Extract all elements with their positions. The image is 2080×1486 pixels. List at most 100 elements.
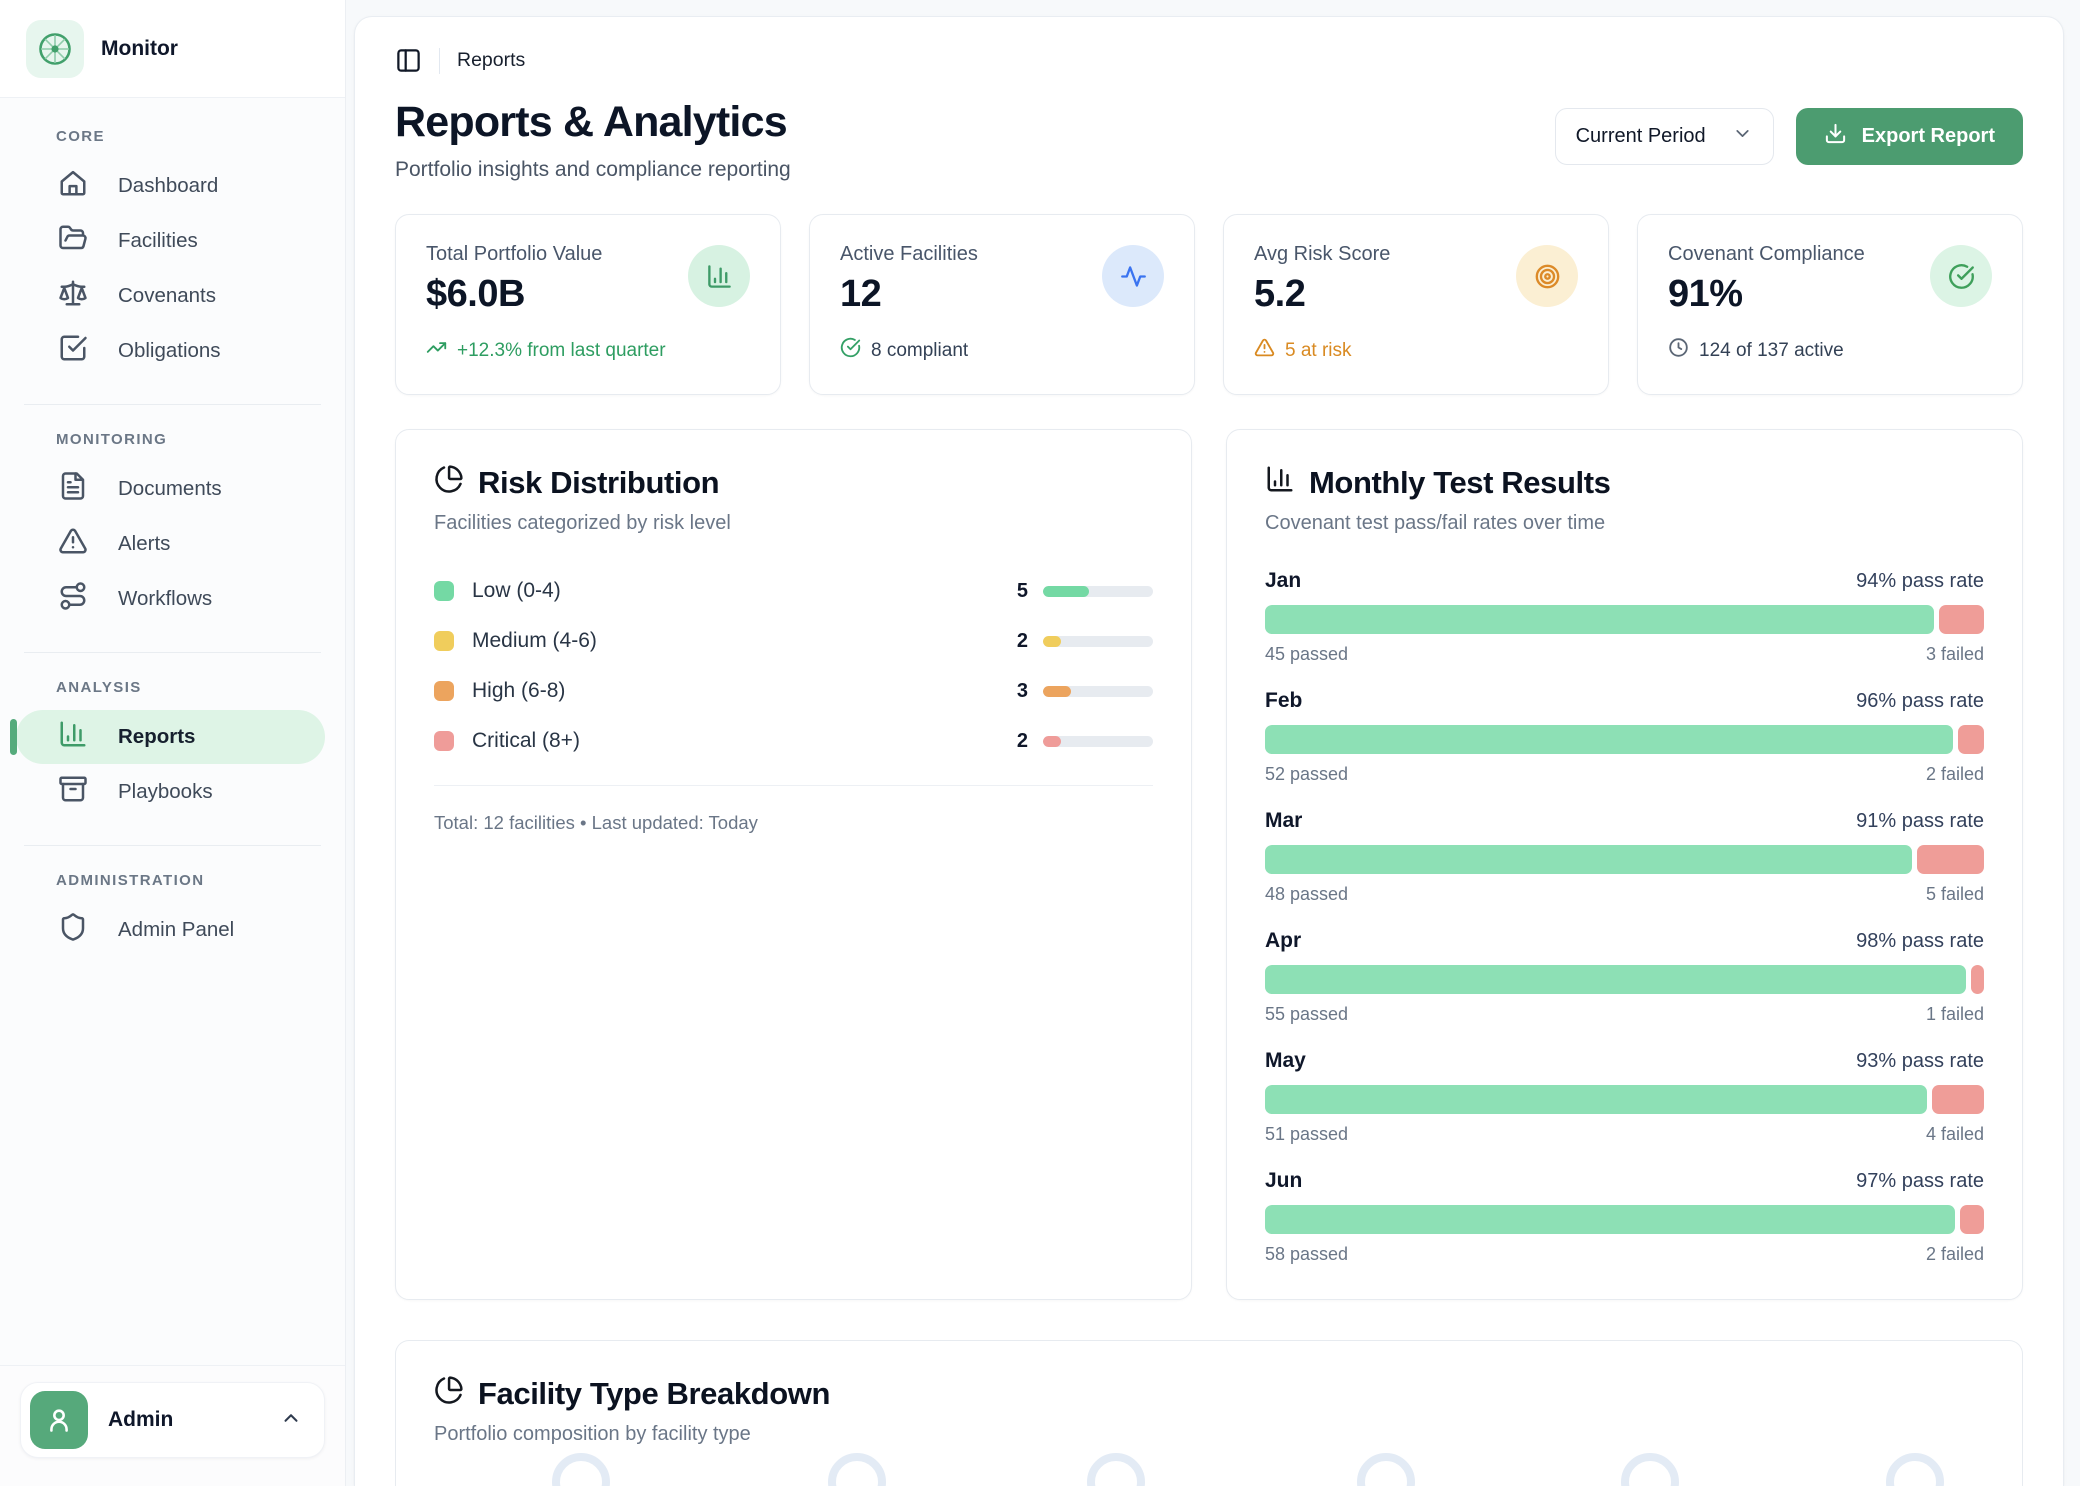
stat-subtext: +12.3% from last quarter: [457, 340, 666, 362]
facility-type-breakdown-card: Facility Type Breakdown Portfolio compos…: [395, 1340, 2023, 1486]
app-window: Monitor CORE Dashboard Facilities Covena…: [0, 0, 2080, 1486]
page-subtitle: Portfolio insights and compliance report…: [395, 158, 791, 182]
risk-rows: Low (0-4) 5 Medium (4-6) 2 High: [434, 577, 1153, 755]
sidebar-item-alerts[interactable]: Alerts: [16, 517, 325, 571]
donut-ring: [1357, 1453, 1415, 1486]
risk-progress-bar: [1043, 636, 1153, 647]
risk-progress-bar: [1043, 586, 1153, 597]
sidebar-divider: [24, 652, 321, 653]
section-label-monitoring: MONITORING: [56, 431, 345, 448]
pass-fail-bar: [1265, 725, 1984, 754]
trending-up-icon: [426, 337, 447, 364]
shield-icon: [58, 912, 88, 948]
sidebar-nav: CORE Dashboard Facilities Covenants Obli…: [0, 98, 345, 1365]
pie-chart-icon: [434, 1375, 464, 1413]
donut-ring: [552, 1453, 610, 1486]
scale-icon: [58, 278, 88, 314]
sidebar-item-label: Admin Panel: [118, 918, 234, 942]
card-title: Monthly Test Results: [1309, 465, 1610, 501]
donut-ring: [1886, 1453, 1944, 1486]
sidebar-item-obligations[interactable]: Obligations: [16, 324, 325, 378]
pass-fail-bar: [1265, 1205, 1984, 1234]
card-title: Risk Distribution: [478, 465, 719, 501]
risk-footer: Total: 12 facilities • Last updated: Tod…: [434, 812, 1153, 834]
monthly-test-results-card: Monthly Test Results Covenant test pass/…: [1226, 429, 2023, 1300]
folder-open-icon: [58, 223, 88, 259]
stat-card-avg-risk-score: Avg Risk Score 5.2 5 at risk: [1223, 214, 1609, 395]
bar-chart-icon: [58, 719, 88, 755]
download-icon: [1824, 122, 1847, 151]
sidebar-item-admin-panel[interactable]: Admin Panel: [16, 903, 325, 957]
risk-distribution-card: Risk Distribution Facilities categorized…: [395, 429, 1192, 1300]
breadcrumb-item: Reports: [457, 49, 525, 72]
sidebar-item-workflows[interactable]: Workflows: [16, 572, 325, 626]
stat-subtext: 5 at risk: [1285, 340, 1352, 362]
pass-fail-bar: [1265, 965, 1984, 994]
legend-swatch: [434, 631, 454, 651]
sidebar-item-label: Alerts: [118, 532, 170, 556]
month-row-may: May93% pass rate 51 passed4 failed: [1265, 1049, 1984, 1145]
monthly-bars: Jan94% pass rate 45 passed3 failed Feb96…: [1265, 569, 1984, 1265]
page-title: Reports & Analytics: [395, 98, 791, 147]
chevron-down-icon: [1732, 123, 1753, 150]
donut-ring: [1621, 1453, 1679, 1486]
sidebar-item-documents[interactable]: Documents: [16, 462, 325, 516]
month-row-apr: Apr98% pass rate 55 passed1 failed: [1265, 929, 1984, 1025]
month-row-jan: Jan94% pass rate 45 passed3 failed: [1265, 569, 1984, 665]
breadcrumb: Reports: [395, 17, 2023, 74]
period-select[interactable]: Current Period: [1555, 108, 1774, 165]
sidebar-item-label: Workflows: [118, 587, 212, 611]
sidebar-footer: Admin: [0, 1365, 345, 1486]
circle-check-icon: [840, 337, 861, 364]
sidebar-item-label: Obligations: [118, 339, 221, 363]
file-text-icon: [58, 471, 88, 507]
sidebar-item-playbooks[interactable]: Playbooks: [16, 765, 325, 819]
export-report-button[interactable]: Export Report: [1796, 108, 2023, 165]
risk-row-critical: Critical (8+) 2: [434, 727, 1153, 755]
sidebar-divider: [24, 845, 321, 846]
main-area: Reports Reports & Analytics Portfolio in…: [346, 0, 2080, 1486]
breadcrumb-divider: [439, 48, 440, 74]
sidebar-item-label: Dashboard: [118, 174, 218, 198]
stat-subtext: 8 compliant: [871, 340, 968, 362]
pass-fail-bar: [1265, 845, 1984, 874]
sidebar-item-facilities[interactable]: Facilities: [16, 214, 325, 268]
risk-progress-bar: [1043, 686, 1153, 697]
donut-ring: [828, 1453, 886, 1486]
risk-progress-bar: [1043, 736, 1153, 747]
legend-swatch: [434, 581, 454, 601]
pass-fail-bar: [1265, 605, 1984, 634]
card-subtitle: Facilities categorized by risk level: [434, 512, 1153, 535]
alert-triangle-icon: [58, 526, 88, 562]
sidebar-item-covenants[interactable]: Covenants: [16, 269, 325, 323]
clock-icon: [1668, 337, 1689, 364]
circle-check-icon: [1930, 245, 1992, 307]
risk-row-high: High (6-8) 3: [434, 677, 1153, 705]
section-label-core: CORE: [56, 128, 345, 145]
period-select-value: Current Period: [1576, 125, 1706, 148]
user-name: Admin: [108, 1408, 260, 1432]
sidebar-item-reports[interactable]: Reports: [16, 710, 325, 764]
monitor-logo-icon: [26, 20, 84, 78]
target-icon: [1516, 245, 1578, 307]
alert-triangle-icon: [1254, 337, 1275, 364]
pass-fail-bar: [1265, 1085, 1984, 1114]
page-heading: Reports & Analytics Portfolio insights a…: [395, 98, 791, 182]
sidebar-divider: [24, 404, 321, 405]
pie-chart-icon: [434, 464, 464, 502]
content-panel: Reports Reports & Analytics Portfolio in…: [354, 16, 2064, 1486]
divider: [434, 785, 1153, 786]
sidebar: Monitor CORE Dashboard Facilities Covena…: [0, 0, 346, 1486]
sidebar-toggle-icon[interactable]: [395, 47, 422, 74]
avatar: [30, 1391, 88, 1449]
check-square-icon: [58, 333, 88, 369]
user-menu-button[interactable]: Admin: [20, 1382, 325, 1458]
sidebar-header: Monitor: [0, 0, 345, 98]
activity-icon: [1102, 245, 1164, 307]
sidebar-item-label: Facilities: [118, 229, 198, 253]
stats-row: Total Portfolio Value $6.0B +12.3% from …: [395, 214, 2023, 395]
sidebar-item-dashboard[interactable]: Dashboard: [16, 159, 325, 213]
risk-row-low: Low (0-4) 5: [434, 577, 1153, 605]
month-row-mar: Mar91% pass rate 48 passed5 failed: [1265, 809, 1984, 905]
stat-card-active-facilities: Active Facilities 12 8 compliant: [809, 214, 1195, 395]
